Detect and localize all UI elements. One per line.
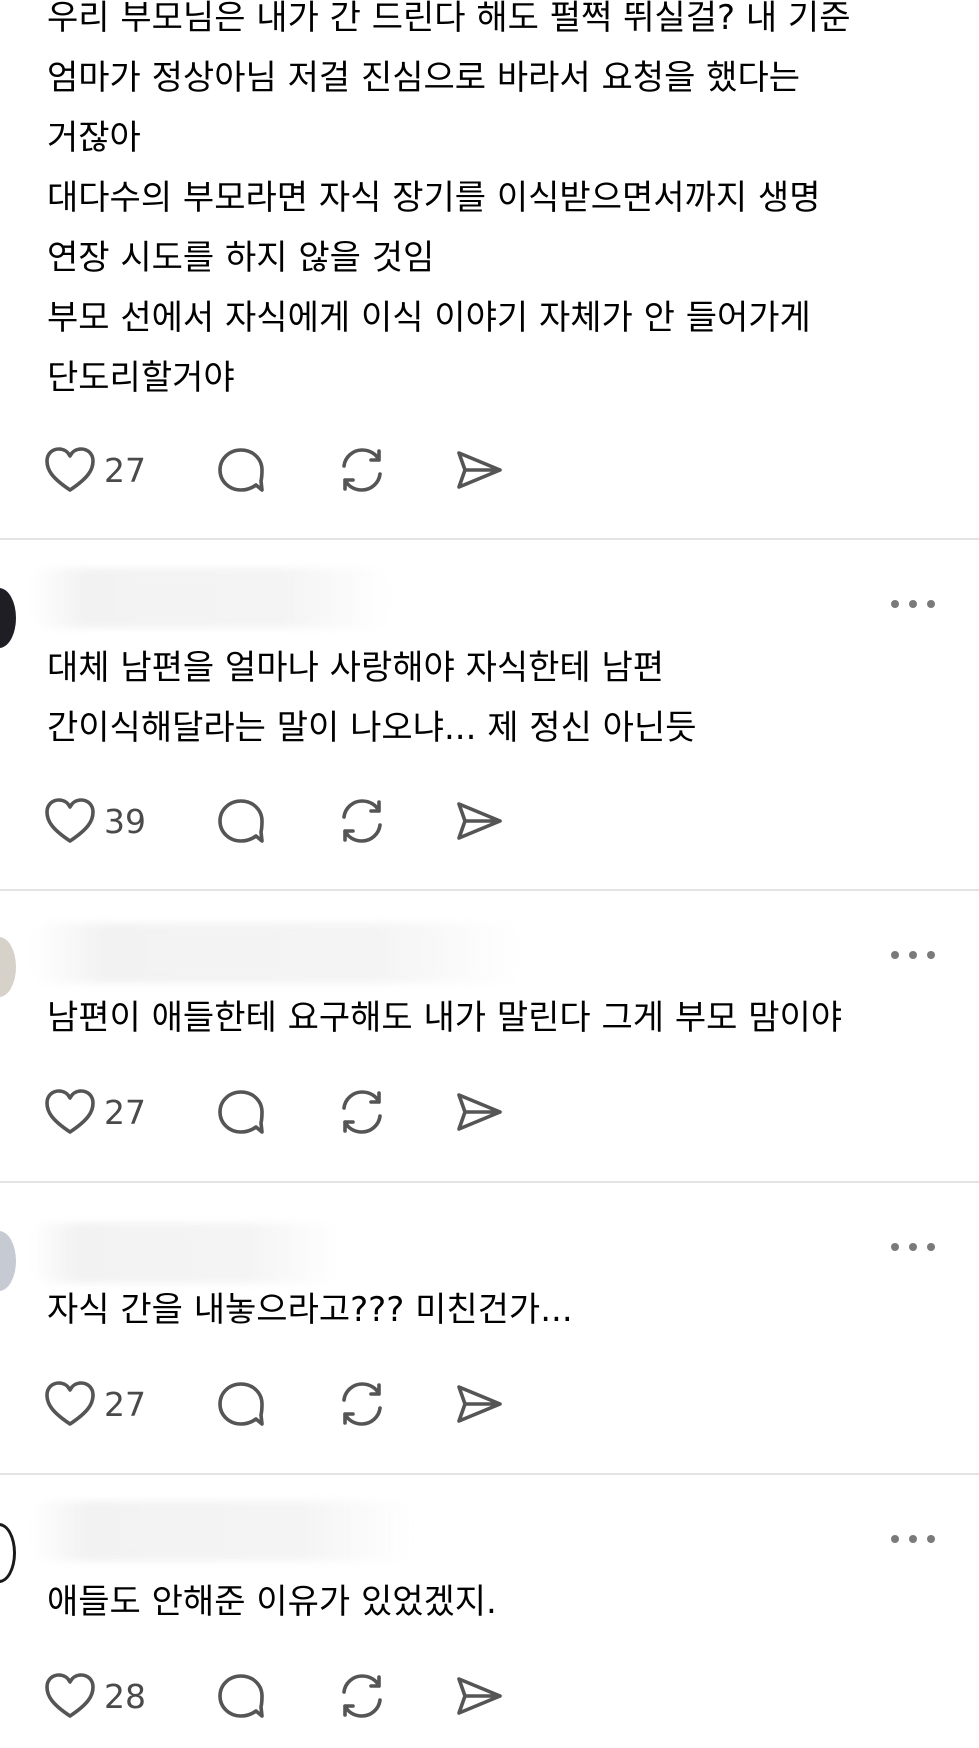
action-bar: 27	[44, 1377, 564, 1431]
comment-button[interactable]	[216, 443, 266, 497]
ellipsis-icon	[909, 1243, 917, 1251]
action-bar: 28	[44, 1669, 564, 1723]
like-count: 27	[104, 1384, 146, 1424]
repost-button[interactable]	[336, 794, 388, 848]
ellipsis-icon	[909, 951, 917, 959]
ellipsis-icon	[927, 1243, 935, 1251]
heart-icon	[45, 798, 95, 843]
comment-bubble-icon	[218, 1090, 264, 1134]
ellipsis-icon	[891, 1243, 899, 1251]
comment-bubble-icon	[218, 1382, 264, 1426]
more-options-button[interactable]	[891, 594, 935, 614]
post-item: 애들도 안해준 이유가 있었겠지. 28	[0, 1475, 979, 1748]
username-redacted	[30, 568, 392, 628]
repost-icon	[342, 1674, 382, 1718]
action-bar: 39	[44, 794, 564, 848]
like-count: 27	[104, 1092, 146, 1132]
action-bar: 27	[44, 1085, 564, 1139]
ellipsis-icon	[891, 600, 899, 608]
repost-icon	[342, 1090, 382, 1134]
send-arrow-icon	[457, 802, 502, 840]
repost-icon	[342, 448, 382, 492]
post-text: 대체 남편을 얼마나 사랑해야 자식한테 남편 간이식해달라는 말이 나오냐..…	[47, 648, 697, 748]
repost-button[interactable]	[336, 1669, 388, 1723]
like-count: 39	[104, 801, 146, 841]
like-count: 27	[104, 450, 146, 490]
avatar[interactable]	[0, 937, 16, 997]
repost-icon	[342, 1382, 382, 1426]
comment-bubble-icon	[218, 1674, 264, 1718]
send-arrow-icon	[457, 1385, 502, 1423]
ellipsis-icon	[891, 1535, 899, 1543]
share-button[interactable]	[454, 1085, 504, 1139]
action-bar: 27	[44, 443, 564, 497]
heart-icon	[45, 1381, 95, 1426]
post-text: 우리 부모님은 내가 간 드린다 해도 펄쩍 뛰실걸? 내 기준 엄마가 정상아…	[47, 0, 851, 398]
ellipsis-icon	[909, 1535, 917, 1543]
comment-button[interactable]	[216, 1669, 266, 1723]
repost-button[interactable]	[336, 1377, 388, 1431]
heart-icon	[45, 447, 95, 492]
like-button[interactable]: 27	[44, 1085, 146, 1139]
share-button[interactable]	[454, 794, 504, 848]
more-options-button[interactable]	[891, 1529, 935, 1549]
send-arrow-icon	[457, 1093, 502, 1131]
ellipsis-icon	[927, 951, 935, 959]
send-arrow-icon	[457, 451, 502, 489]
avatar[interactable]	[0, 1231, 16, 1291]
avatar[interactable]	[0, 588, 16, 648]
heart-icon	[45, 1089, 95, 1134]
username-redacted	[30, 923, 524, 983]
comment-bubble-icon	[218, 799, 264, 843]
like-button[interactable]: 28	[44, 1669, 146, 1723]
more-options-button[interactable]	[891, 1237, 935, 1257]
share-button[interactable]	[454, 1377, 504, 1431]
share-button[interactable]	[454, 443, 504, 497]
comment-bubble-icon	[218, 448, 264, 492]
send-arrow-icon	[457, 1677, 502, 1715]
post-text: 자식 간을 내놓으라고??? 미친건가...	[47, 1290, 573, 1330]
like-button[interactable]: 27	[44, 1377, 146, 1431]
comment-button[interactable]	[216, 794, 266, 848]
ellipsis-icon	[927, 600, 935, 608]
username-redacted	[30, 1501, 414, 1561]
post-text: 애들도 안해준 이유가 있었겠지.	[47, 1582, 497, 1622]
more-options-button[interactable]	[891, 945, 935, 965]
like-count: 28	[104, 1676, 146, 1716]
ellipsis-icon	[927, 1535, 935, 1543]
ellipsis-icon	[891, 951, 899, 959]
ellipsis-icon	[909, 600, 917, 608]
repost-button[interactable]	[336, 443, 388, 497]
post-item: 대체 남편을 얼마나 사랑해야 자식한테 남편 간이식해달라는 말이 나오냐..…	[0, 540, 979, 890]
repost-icon	[342, 799, 382, 843]
post-text: 남편이 애들한테 요구해도 내가 말린다 그게 부모 맘이야	[47, 998, 843, 1038]
username-redacted	[30, 1223, 342, 1283]
heart-icon	[45, 1673, 95, 1718]
avatar[interactable]	[0, 1523, 16, 1583]
like-button[interactable]: 39	[44, 794, 146, 848]
post-item: 우리 부모님은 내가 간 드린다 해도 펄쩍 뛰실걸? 내 기준 엄마가 정상아…	[0, 0, 979, 540]
post-item: 자식 간을 내놓으라고??? 미친건가... 27	[0, 1183, 979, 1475]
comment-button[interactable]	[216, 1085, 266, 1139]
repost-button[interactable]	[336, 1085, 388, 1139]
comment-button[interactable]	[216, 1377, 266, 1431]
post-item: 남편이 애들한테 요구해도 내가 말린다 그게 부모 맘이야 27	[0, 891, 979, 1183]
share-button[interactable]	[454, 1669, 504, 1723]
like-button[interactable]: 27	[44, 443, 146, 497]
